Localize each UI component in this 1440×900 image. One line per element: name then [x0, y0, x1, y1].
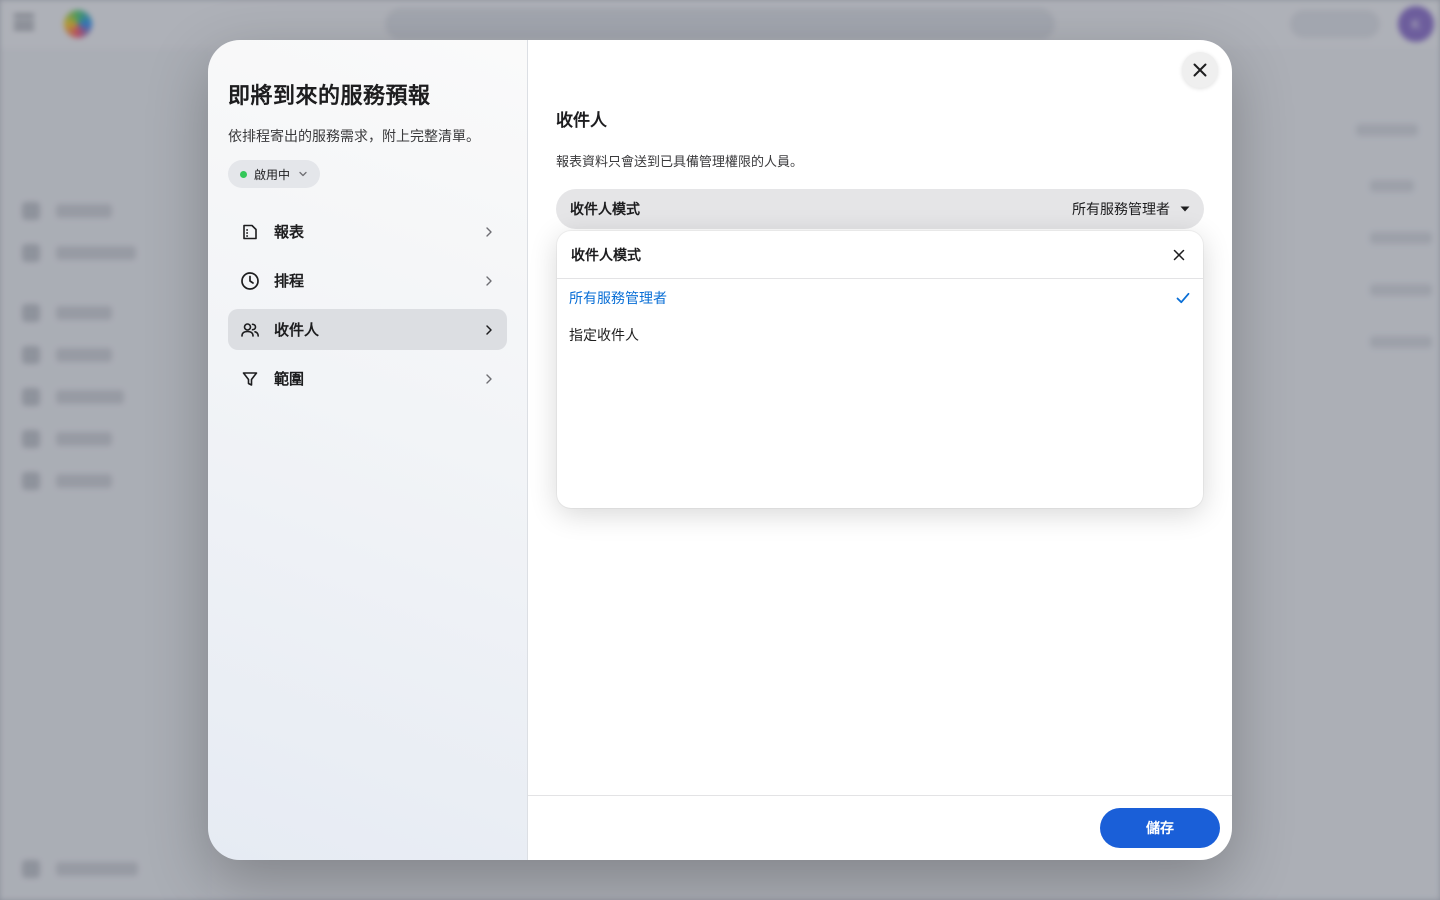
chevron-right-icon [486, 226, 492, 237]
nav-item-report[interactable]: 報表 [228, 211, 507, 252]
option-label: 所有服務管理者 [569, 289, 667, 306]
section-description: 報表資料只會送到已具備管理權限的人員。 [556, 154, 804, 169]
save-button[interactable]: 儲存 [1100, 808, 1220, 848]
close-icon [1173, 249, 1185, 260]
report-settings-modal: 即將到來的服務預報 依排程寄出的服務需求，附上完整清單。 啟用中 報表 排程 收… [208, 40, 1232, 860]
filter-icon [240, 369, 260, 389]
dropdown-option-all-managers[interactable]: 所有服務管理者 [557, 279, 1203, 316]
status-dot [240, 170, 247, 178]
recipient-mode-dropdown: 收件人模式 所有服務管理者 指定收件人 [557, 231, 1203, 508]
nav-item-label: 收件人 [274, 322, 320, 339]
caret-down-icon [1180, 206, 1190, 212]
modal-subtitle: 依排程寄出的服務需求，附上完整清單。 [228, 128, 480, 144]
dropdown-close-button[interactable] [1169, 245, 1189, 265]
nav-item-recipients[interactable]: 收件人 [228, 309, 507, 350]
nav-item-label: 報表 [274, 224, 305, 241]
clock-icon [240, 271, 260, 291]
select-value: 所有服務管理者 [1072, 201, 1170, 217]
people-icon [240, 320, 260, 340]
close-icon [1193, 63, 1207, 77]
nav-item-schedule[interactable]: 排程 [228, 260, 507, 301]
document-icon [240, 222, 260, 242]
recipient-mode-select[interactable]: 收件人模式 所有服務管理者 [556, 189, 1204, 229]
status-dropdown[interactable]: 啟用中 [228, 160, 321, 188]
chevron-right-icon [486, 373, 492, 384]
option-label: 指定收件人 [569, 326, 639, 343]
chevron-right-icon [486, 275, 492, 286]
dropdown-header: 收件人模式 [557, 231, 1203, 279]
dropdown-title: 收件人模式 [571, 246, 641, 263]
nav-item-label: 範圍 [274, 371, 305, 388]
checkmark-icon [1176, 292, 1190, 303]
modal-footer: 儲存 [528, 795, 1232, 860]
nav-item-label: 排程 [274, 273, 305, 290]
nav-item-scope[interactable]: 範圍 [228, 358, 507, 399]
chevron-down-icon [299, 171, 307, 177]
chevron-right-icon [486, 324, 492, 335]
modal-sidebar: 即將到來的服務預報 依排程寄出的服務需求，附上完整清單。 啟用中 報表 排程 收… [208, 40, 528, 860]
status-label: 啟用中 [254, 167, 291, 182]
settings-nav: 報表 排程 收件人 範圍 [228, 211, 507, 399]
section-title: 收件人 [556, 111, 607, 130]
select-label: 收件人模式 [570, 201, 640, 217]
modal-title: 即將到來的服務預報 [228, 83, 431, 108]
close-button[interactable] [1182, 52, 1218, 88]
modal-content: 收件人 報表資料只會送到已具備管理權限的人員。 收件人模式 所有服務管理者 收件… [528, 40, 1232, 860]
dropdown-option-specific-recipients[interactable]: 指定收件人 [557, 316, 1203, 353]
